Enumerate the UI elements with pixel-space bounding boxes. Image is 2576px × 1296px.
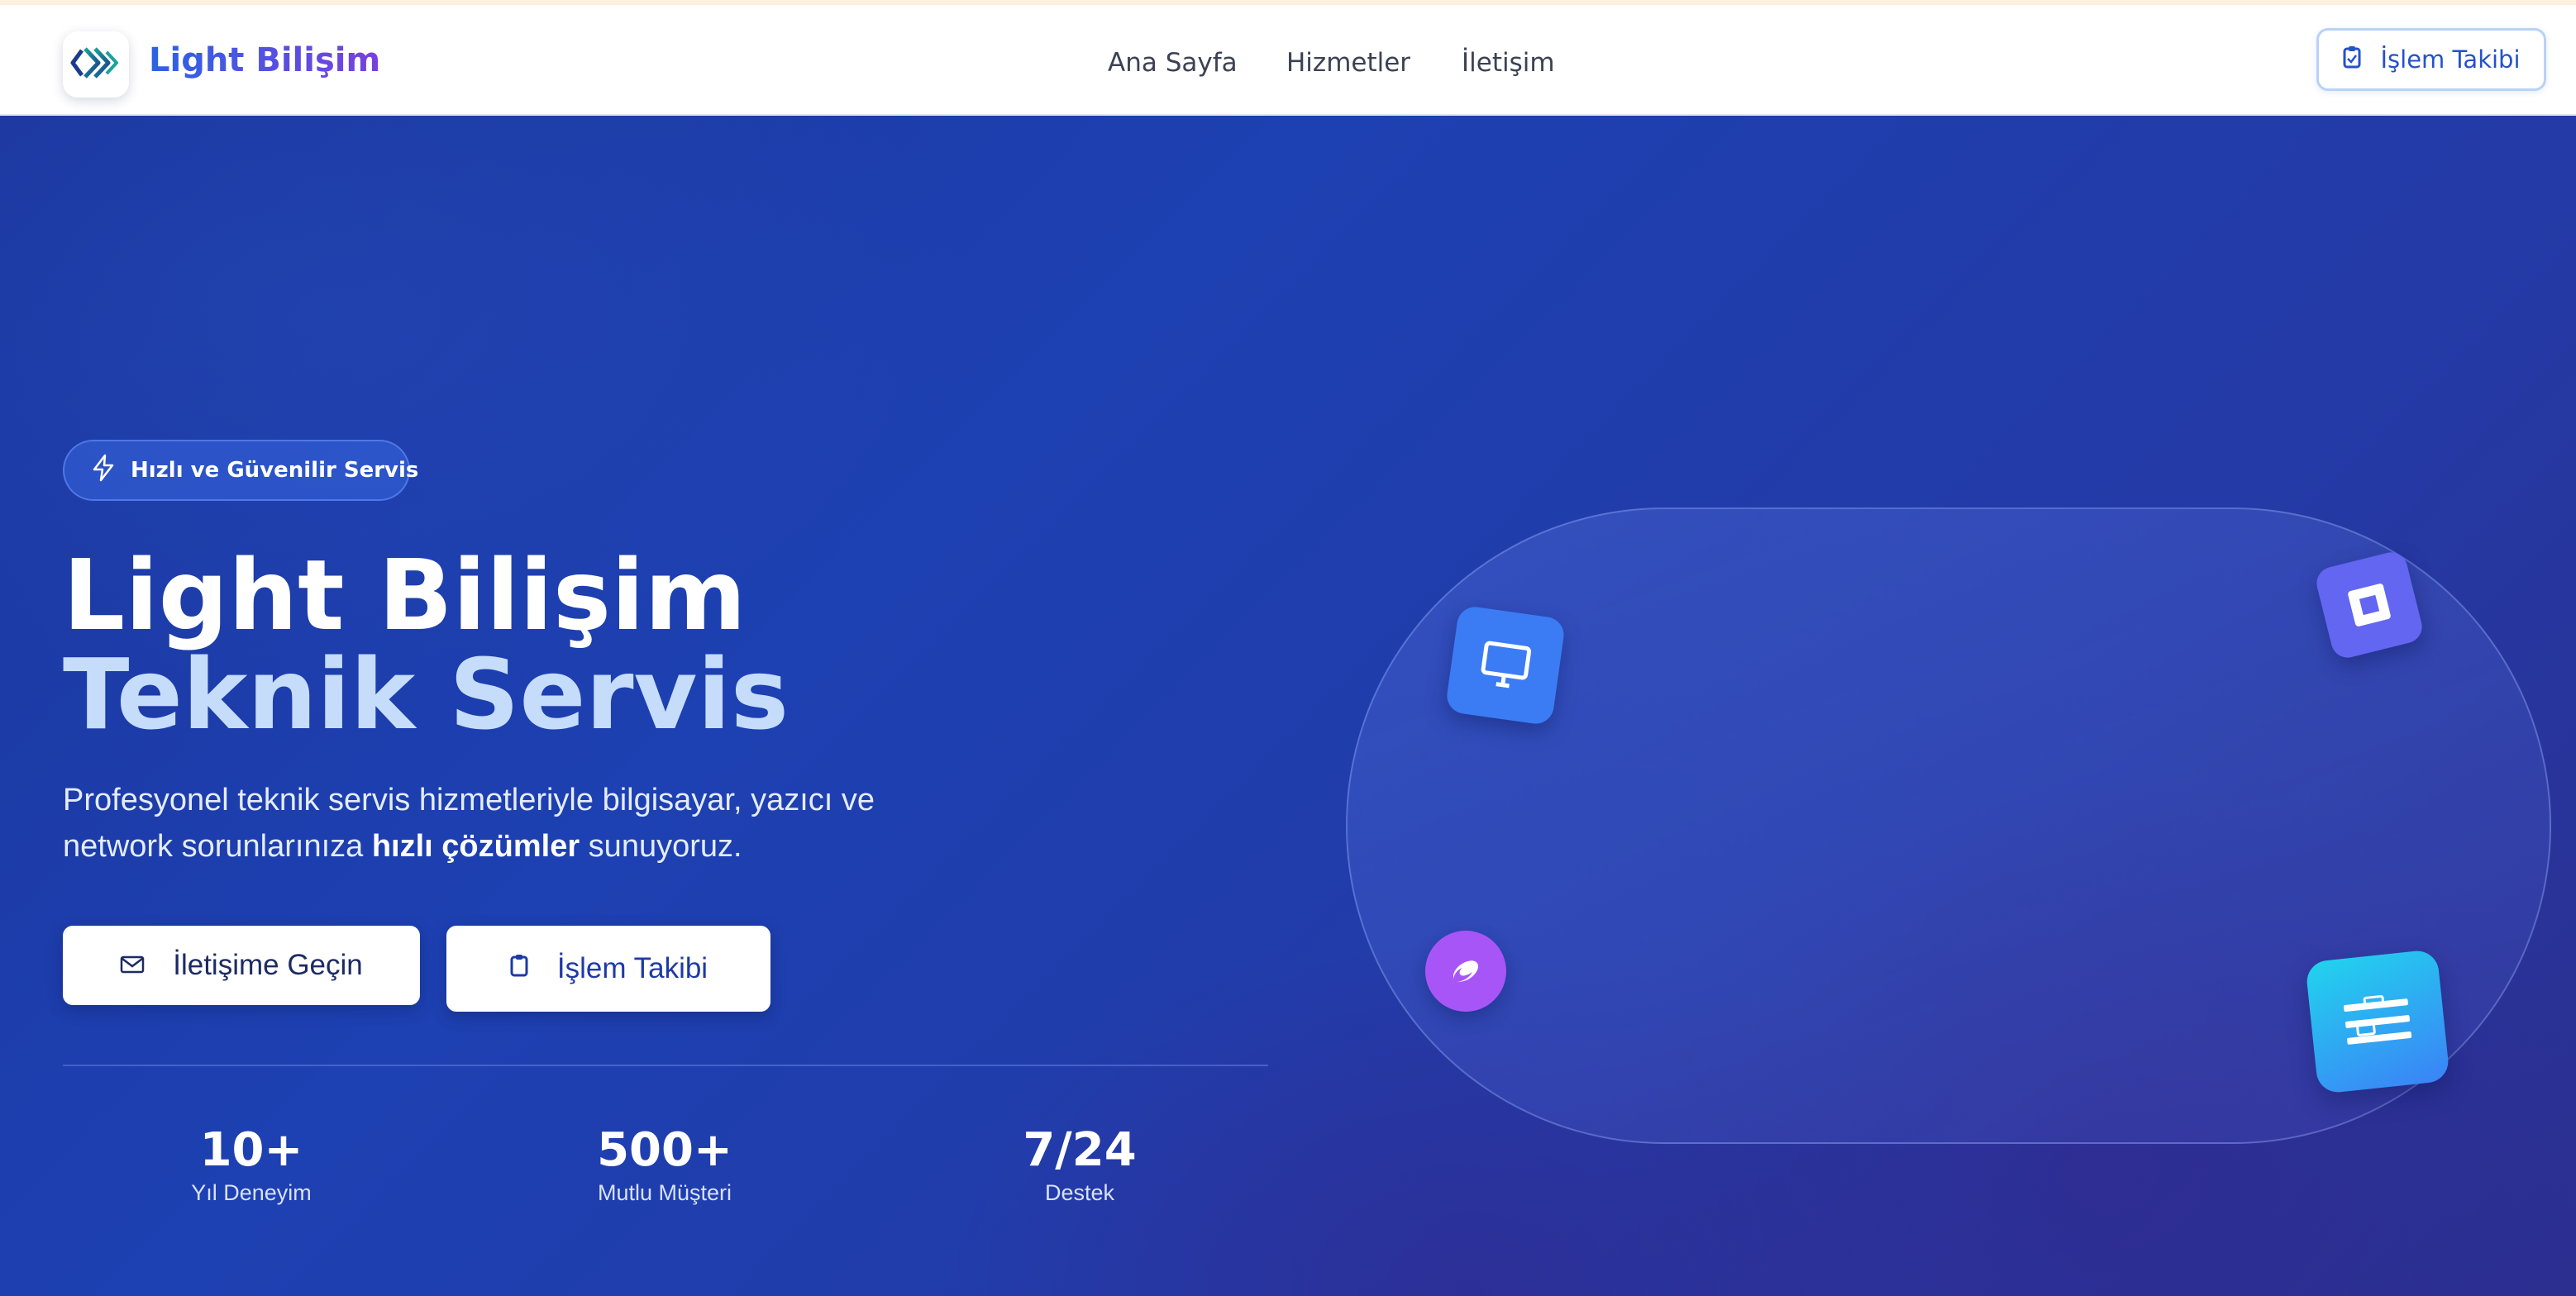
nav-track-button[interactable]: İşlem Takibi <box>2316 28 2546 91</box>
hero-title: Light Bilişim Teknik Servis <box>63 546 789 744</box>
contact-button-label: İletişime Geçin <box>173 949 363 981</box>
stat-label: Destek <box>1044 1180 1115 1205</box>
hero-title-line2: Teknik Servis <box>63 637 789 751</box>
lightning-icon <box>91 454 116 488</box>
track-button-label: İşlem Takibi <box>556 952 708 984</box>
hero-description: Profesyonel teknik servis hizmetleriyle … <box>63 777 989 870</box>
hero-description-end: sunuyoruz. <box>580 829 742 864</box>
stat-support: 7/24 Destek <box>956 1122 1204 1206</box>
stat-label: Mutlu Müşteri <box>597 1180 732 1205</box>
badge-label: Hızlı ve Güvenilir Servis <box>131 458 419 483</box>
track-button[interactable]: İşlem Takibi <box>446 926 770 1012</box>
stat-customers: 500+ Mutlu Müşteri <box>541 1122 789 1206</box>
clipboard-icon <box>509 952 529 985</box>
brand-logo[interactable] <box>63 31 129 98</box>
nav-track-label: İşlem Takibi <box>2380 45 2521 74</box>
hero-description-highlight: hızlı çözümler <box>371 829 580 864</box>
stat-experience: 10+ Yıl Deneyim <box>127 1122 375 1206</box>
stat-value: 7/24 <box>1023 1123 1137 1177</box>
stat-value: 500+ <box>597 1123 732 1177</box>
clipboard-icon <box>2342 45 2362 75</box>
contact-button[interactable]: İletişime Geçin <box>63 926 420 1005</box>
disc-icon <box>1425 931 1506 1012</box>
stats-divider <box>63 1065 1268 1066</box>
brand-name[interactable]: Light Bilişim <box>149 41 380 79</box>
server-icon <box>2305 949 2450 1094</box>
nav-link-contact[interactable]: İletişim <box>1462 48 1555 78</box>
diamond-logo-icon <box>70 45 122 83</box>
service-badge: Hızlı ve Güvenilir Servis <box>63 440 418 501</box>
stat-label: Yıl Deneyim <box>191 1180 312 1205</box>
hero-title-line1: Light Bilişim <box>63 538 747 652</box>
mail-icon <box>120 949 145 982</box>
stat-value: 10+ <box>199 1123 303 1177</box>
navbar: Light Bilişim Ana Sayfa Hizmetler İletiş… <box>0 5 2576 116</box>
hero-section: Hızlı ve Güvenilir Servis Light Bilişim … <box>0 116 2576 1296</box>
monitor-icon <box>1444 604 1567 727</box>
nav-link-services[interactable]: Hizmetler <box>1286 48 1410 78</box>
nav-link-home[interactable]: Ana Sayfa <box>1108 48 1238 78</box>
